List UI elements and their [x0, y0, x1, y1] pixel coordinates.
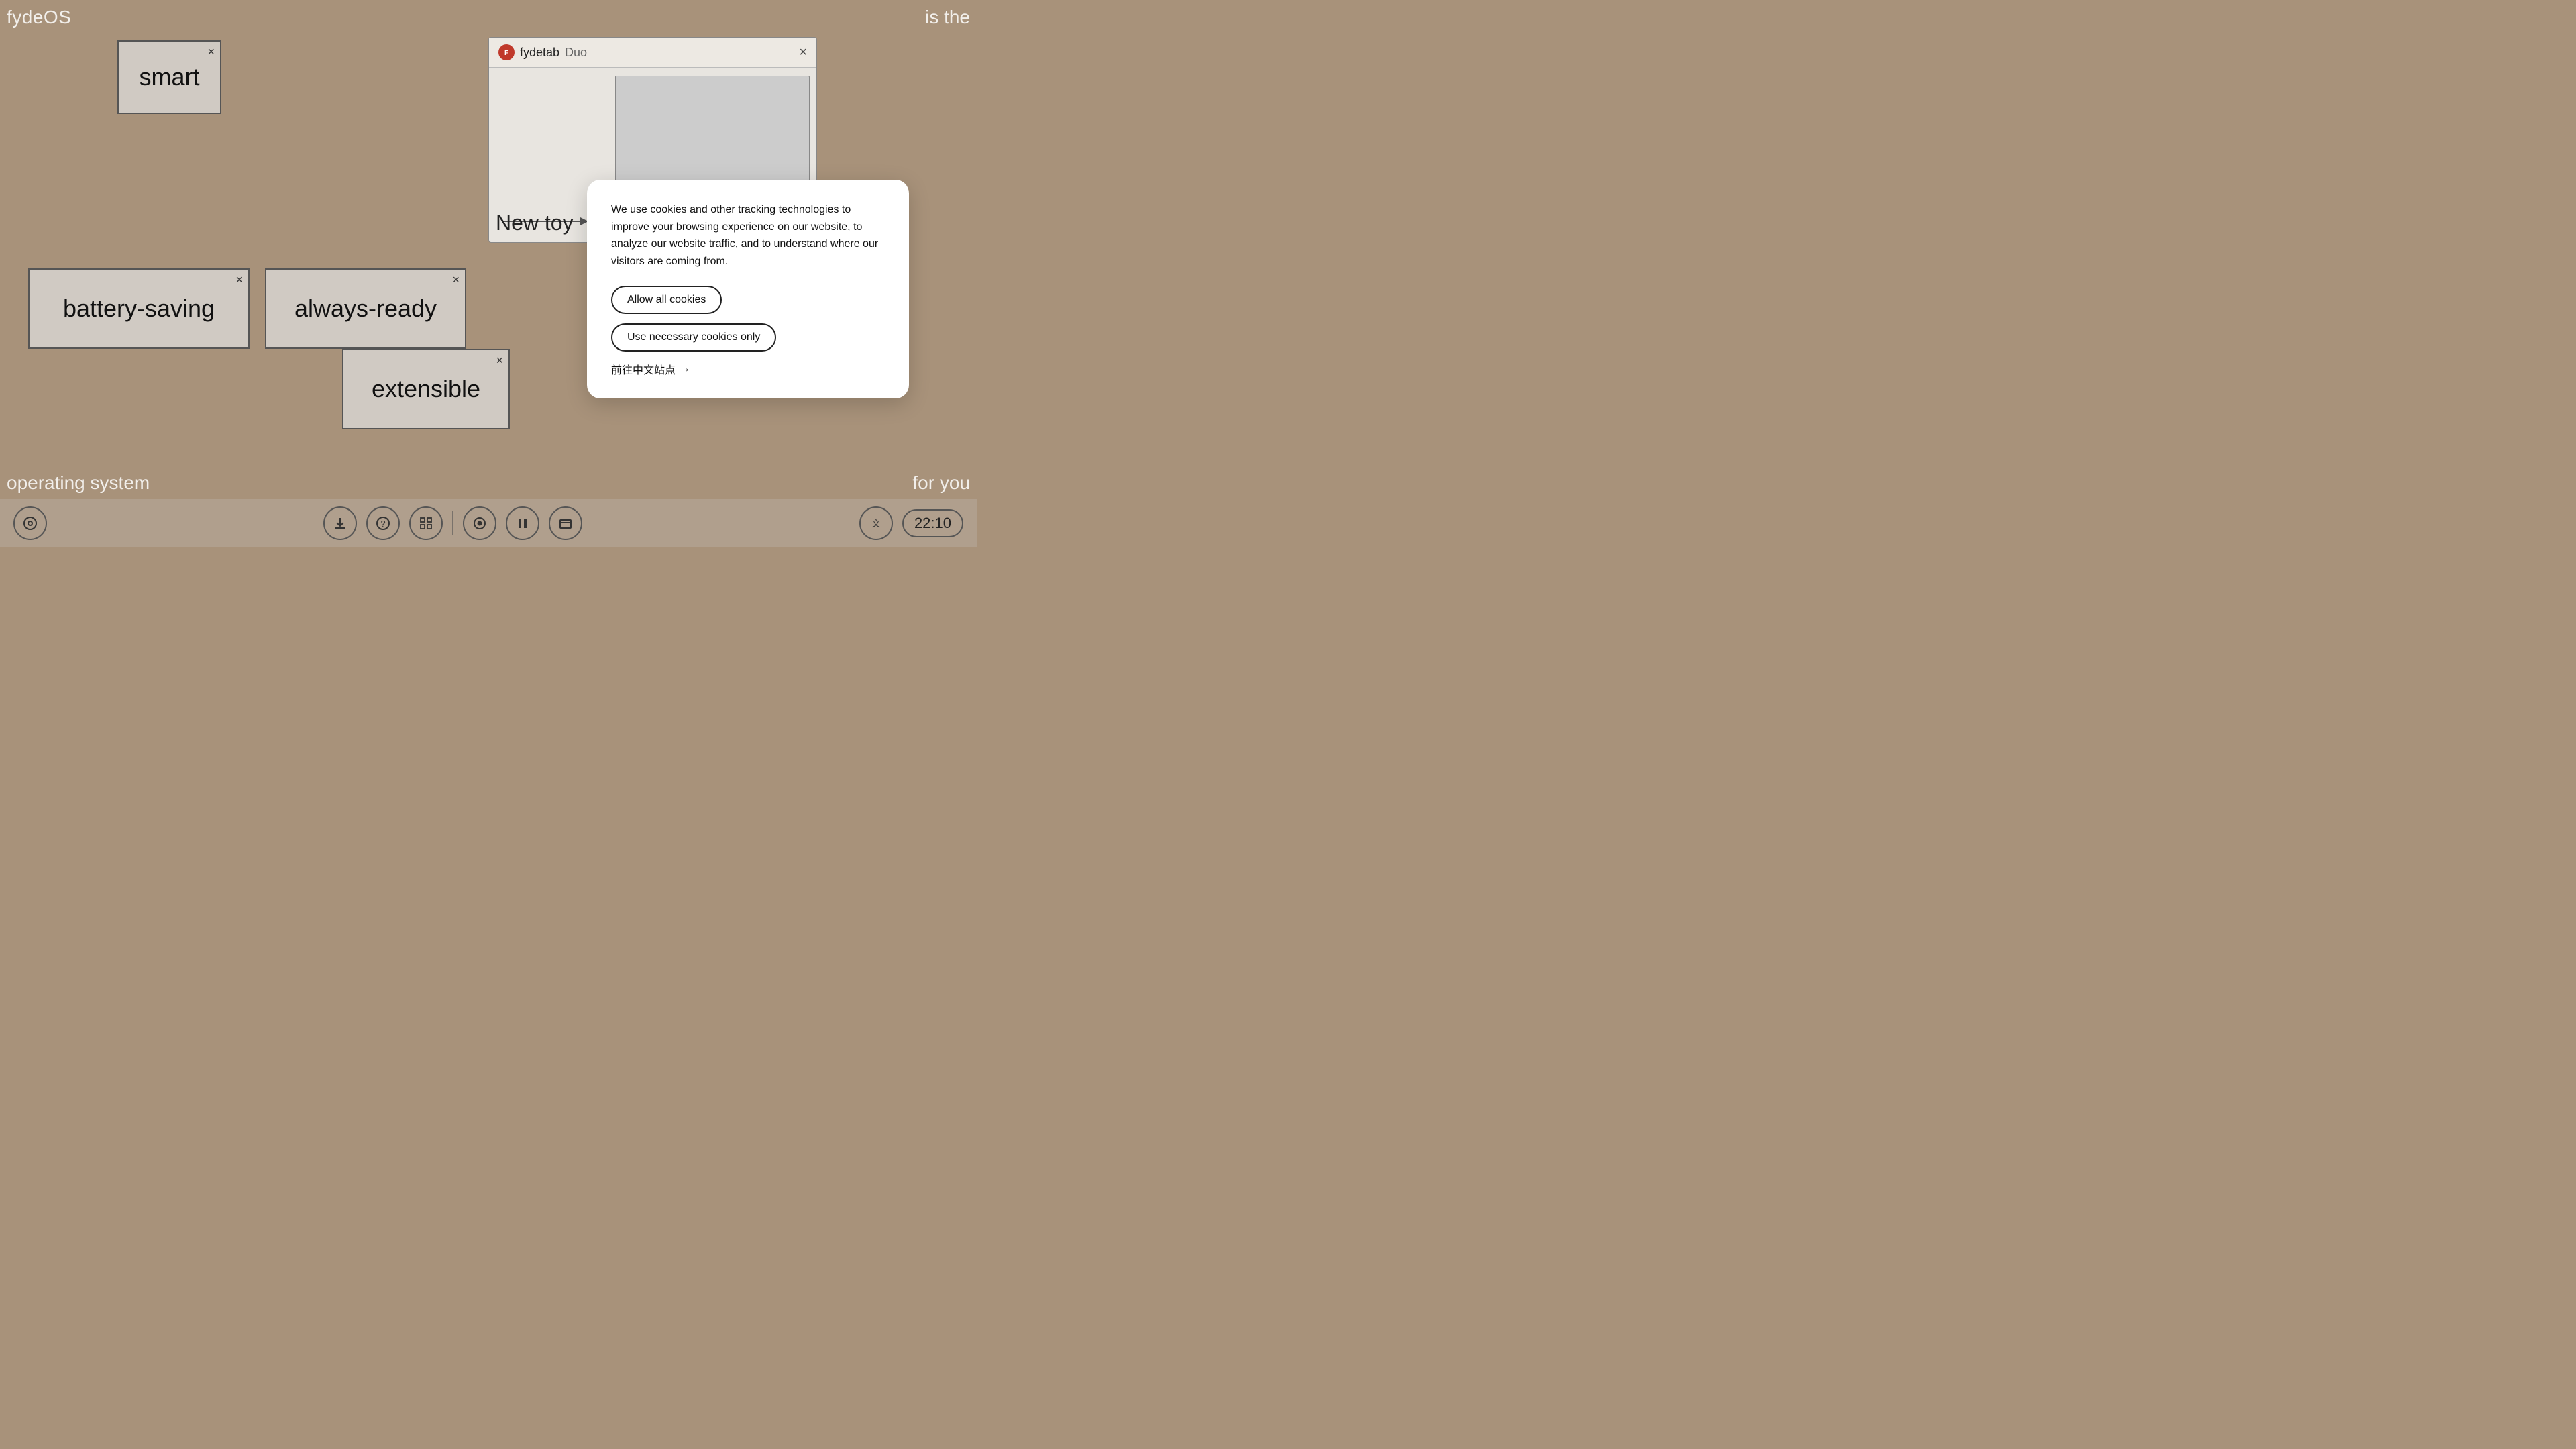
chinese-site-link[interactable]: 前往中文站点 →: [611, 361, 885, 377]
svg-text:F: F: [504, 50, 508, 57]
always-ready-card: × always-ready: [265, 268, 466, 349]
clock-display[interactable]: 22:10: [902, 509, 963, 537]
pause-button[interactable]: [506, 506, 539, 540]
chinese-link-arrow: →: [680, 363, 690, 375]
os-name-label: fydeOS: [7, 7, 71, 28]
download-button[interactable]: [323, 506, 357, 540]
smart-card-text: smart: [140, 63, 200, 91]
always-ready-card-close[interactable]: ×: [452, 274, 460, 286]
new-toy-label: New toy: [496, 211, 574, 235]
os-tagline-right: is the: [925, 7, 970, 28]
window-button[interactable]: [549, 506, 582, 540]
smart-card-close[interactable]: ×: [207, 46, 215, 58]
extensible-card-text: extensible: [372, 375, 480, 403]
svg-text:?: ?: [381, 519, 386, 529]
battery-saving-card: × battery-saving: [28, 268, 250, 349]
battery-saving-card-close[interactable]: ×: [235, 274, 243, 286]
always-ready-card-text: always-ready: [294, 294, 437, 323]
cookie-consent-popup: We use cookies and other tracking techno…: [587, 180, 909, 398]
fydetab-titlebar: F fydetab Duo ×: [489, 38, 816, 68]
fydetab-app-name: fydetab: [520, 46, 559, 60]
taskbar-center-group: ?: [323, 506, 582, 540]
taskbar-right-group: 文 22:10: [859, 506, 963, 540]
taskbar: ?: [0, 499, 977, 547]
svg-text:文: 文: [871, 519, 880, 529]
system-icon-button[interactable]: [463, 506, 496, 540]
necessary-cookies-only-button[interactable]: Use necessary cookies only: [611, 323, 776, 352]
fydetab-close-button[interactable]: ×: [799, 45, 807, 60]
fydetab-inner-window: [615, 76, 810, 197]
allow-all-cookies-button[interactable]: Allow all cookies: [611, 286, 722, 314]
fydetab-logo: F: [498, 44, 515, 60]
home-button[interactable]: [13, 506, 47, 540]
os-tagline-bottom-right: for you: [912, 472, 970, 494]
translate-button[interactable]: 文: [859, 506, 893, 540]
fydetab-subtitle: Duo: [565, 46, 587, 60]
smart-card: × smart: [117, 40, 221, 114]
help-button[interactable]: ?: [366, 506, 400, 540]
taskbar-divider: [452, 511, 453, 535]
cookie-body-text: We use cookies and other tracking techno…: [611, 201, 885, 270]
battery-saving-card-text: battery-saving: [63, 294, 215, 323]
chinese-link-text: 前往中文站点: [611, 361, 676, 377]
os-tagline-bottom-left: operating system: [7, 472, 150, 494]
extensible-card: × extensible: [342, 349, 510, 429]
grid-button[interactable]: [409, 506, 443, 540]
extensible-card-close[interactable]: ×: [496, 354, 503, 366]
